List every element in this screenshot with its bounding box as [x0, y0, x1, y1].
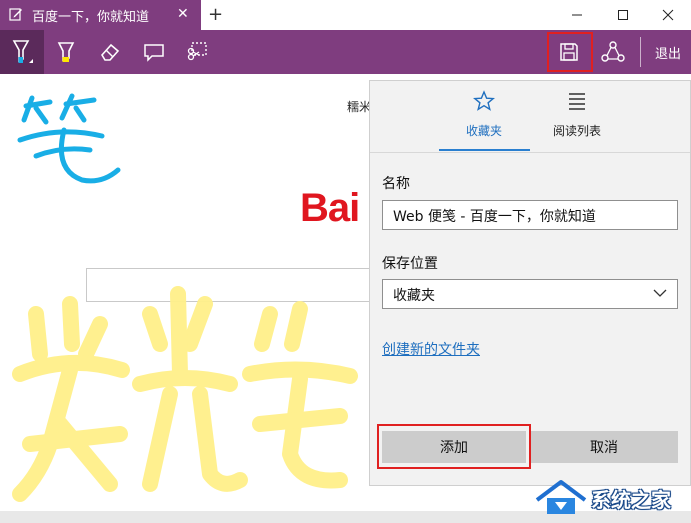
house-logo-icon — [535, 480, 587, 514]
chevron-down-icon — [653, 289, 667, 297]
tab-close-button[interactable]: ✕ — [177, 6, 189, 22]
close-icon — [662, 9, 674, 21]
share-icon — [601, 41, 625, 62]
clip-icon — [187, 42, 207, 61]
highlighter-tool-button[interactable] — [44, 30, 88, 74]
eraser-icon — [101, 43, 120, 61]
web-note-toolbar: 退出 — [0, 30, 691, 74]
name-input[interactable]: Web 便笺 - 百度一下，你就知道 — [382, 200, 678, 230]
pen-ink-strokes — [17, 93, 121, 184]
create-new-folder-link[interactable]: 创建新的文件夹 — [382, 339, 480, 359]
tab-favorites[interactable]: 收藏夹 — [439, 88, 529, 148]
add-button-highlight-box — [377, 424, 531, 469]
toolbar-divider — [640, 37, 641, 67]
maximize-button[interactable] — [600, 0, 646, 30]
tab-reading-list-label: 阅读列表 — [552, 124, 601, 138]
minimize-button[interactable] — [554, 0, 600, 30]
baidu-logo: Bai — [300, 186, 360, 230]
save-location-value: 收藏夹 — [393, 288, 435, 304]
name-label: 名称 — [382, 176, 410, 192]
eraser-tool-button[interactable] — [88, 30, 132, 74]
reading-list-icon — [569, 93, 585, 110]
clip-tool-button[interactable] — [176, 30, 220, 74]
highlighter-ink-strokes — [12, 286, 358, 502]
browser-tab[interactable]: 百度一下，你就知道 ✕ — [0, 0, 201, 30]
watermark-text: 系统之家 — [591, 488, 671, 512]
tab-reading-list[interactable]: 阅读列表 — [532, 88, 622, 148]
minimize-icon — [572, 14, 582, 16]
pen-tool-button[interactable] — [0, 30, 44, 74]
pen-icon — [12, 40, 33, 63]
maximize-icon — [618, 10, 628, 20]
add-note-button[interactable] — [132, 30, 176, 74]
highlighter-icon — [57, 42, 75, 62]
share-note-button[interactable] — [591, 30, 635, 74]
site-watermark: 系统之家 — [523, 470, 691, 523]
cancel-button[interactable]: 取消 — [530, 431, 678, 463]
page-top-link[interactable]: 糯米 — [347, 98, 371, 115]
panel-divider — [370, 152, 690, 153]
comment-icon — [144, 44, 164, 62]
star-icon — [472, 90, 496, 111]
close-window-button[interactable] — [645, 0, 691, 30]
save-location-select[interactable]: 收藏夹 — [382, 279, 678, 309]
new-tab-button[interactable]: + — [208, 4, 226, 25]
tab-favorites-label: 收藏夹 — [465, 124, 502, 138]
save-button-highlight-box — [547, 32, 593, 72]
active-tab-indicator — [439, 149, 530, 151]
web-note-icon — [9, 8, 22, 21]
tab-title: 百度一下，你就知道 — [32, 10, 150, 25]
exit-button[interactable]: 退出 — [645, 30, 691, 74]
save-location-label: 保存位置 — [382, 256, 438, 272]
